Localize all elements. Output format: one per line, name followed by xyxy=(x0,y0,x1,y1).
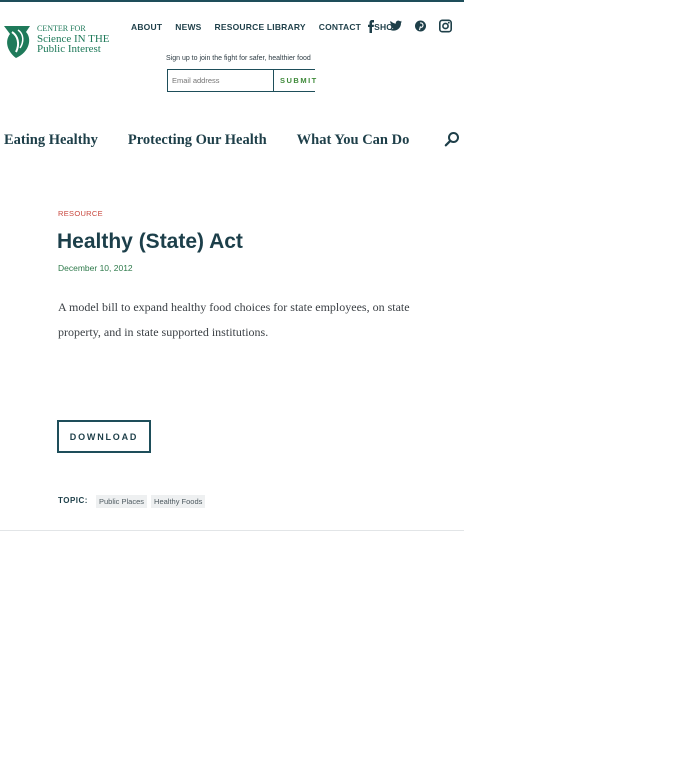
social-links xyxy=(364,18,464,33)
top-border xyxy=(0,0,464,2)
main-nav-what-you-can-do[interactable]: What You Can Do xyxy=(297,132,410,149)
signup-prompt: Sign up to join the fight for safer, hea… xyxy=(166,55,311,62)
footer-divider xyxy=(0,530,464,531)
main-nav-eating-healthy[interactable]: Eating Healthy xyxy=(4,132,98,149)
nav-contact[interactable]: CONTACT xyxy=(319,22,361,32)
signup-form: SUBMIT xyxy=(167,69,321,92)
email-field[interactable] xyxy=(168,70,273,91)
article-kicker: RESOURCE xyxy=(58,209,103,218)
submit-button[interactable]: SUBMIT xyxy=(273,70,321,91)
logo-leaf-icon xyxy=(4,26,30,58)
nav-resource-library[interactable]: RESOURCE LIBRARY xyxy=(215,22,306,32)
article-description: A model bill to expand healthy food choi… xyxy=(58,300,410,339)
topic-tags: Public Places Healthy Foods xyxy=(96,495,206,508)
logo-line-3: Public Interest xyxy=(37,43,101,55)
logo-wordmark: CENTER FOR Science IN THE Public Interes… xyxy=(37,24,110,55)
tag-public-places[interactable]: Public Places xyxy=(96,495,148,508)
article-date: December 10, 2012 xyxy=(58,263,133,273)
twitter-icon[interactable] xyxy=(389,18,402,33)
main-nav-protecting-our-health[interactable]: Protecting Our Health xyxy=(128,132,267,149)
nav-news[interactable]: NEWS xyxy=(175,22,201,32)
main-nav: Eating Healthy Protecting Our Health Wha… xyxy=(4,132,439,149)
topic-label: TOPIC: xyxy=(58,496,88,505)
instagram-icon[interactable] xyxy=(439,18,452,33)
page-frame: CENTER FOR Science IN THE Public Interes… xyxy=(0,0,464,531)
tag-healthy-foods[interactable]: Healthy Foods xyxy=(151,495,206,508)
pinterest-icon[interactable] xyxy=(414,18,427,33)
search-icon[interactable] xyxy=(444,131,460,147)
nav-about[interactable]: ABOUT xyxy=(131,22,162,32)
cspi-logo[interactable]: CENTER FOR Science IN THE Public Interes… xyxy=(2,22,112,62)
download-button[interactable]: DOWNLOAD xyxy=(57,420,151,453)
page-title: Healthy (State) Act xyxy=(57,230,243,253)
facebook-icon[interactable] xyxy=(364,18,377,33)
